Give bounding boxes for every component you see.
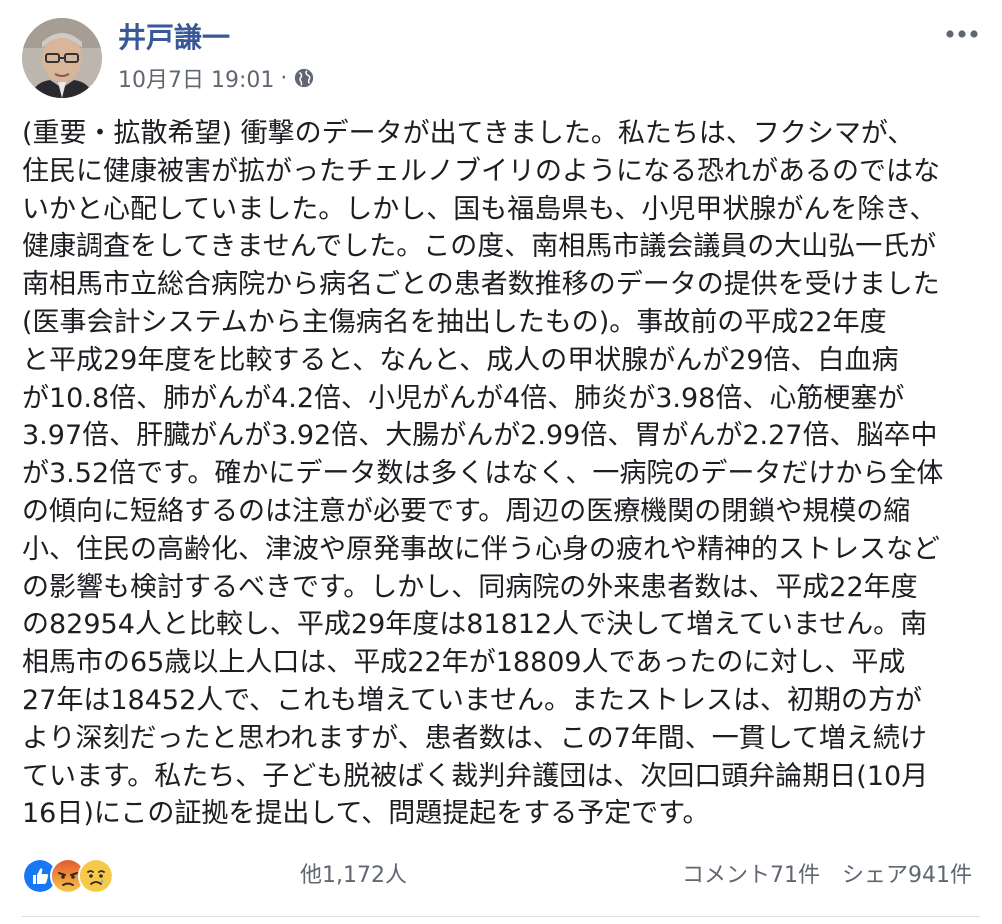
facebook-post: 井戸謙一 10月7日 19:01 · (重要・拡散希望) 衝撃のデータが出てきま… [0,0,1002,924]
reaction-count[interactable]: 他1,172人 [300,860,407,892]
footer-divider [22,916,980,917]
more-options-icon [946,30,978,38]
comments-count[interactable]: コメント71件 [682,860,820,892]
post-timestamp[interactable]: 10月7日 19:01 [118,62,274,94]
post-meta: 10月7日 19:01 · [118,62,315,94]
profile-photo-icon [22,18,102,98]
author-avatar[interactable] [22,18,102,98]
author-name[interactable]: 井戸謙一 [118,20,230,56]
globe-icon[interactable] [293,67,315,89]
shares-count[interactable]: シェア941件 [842,860,972,892]
sad-icon [78,858,114,894]
more-options-button[interactable] [944,20,980,48]
post-body-text: (重要・拡散希望) 衝撃のデータが出てきました。私たちは、フクシマが、 住民に健… [22,118,944,830]
reaction-icons[interactable] [22,858,114,894]
meta-separator: · [280,65,288,91]
